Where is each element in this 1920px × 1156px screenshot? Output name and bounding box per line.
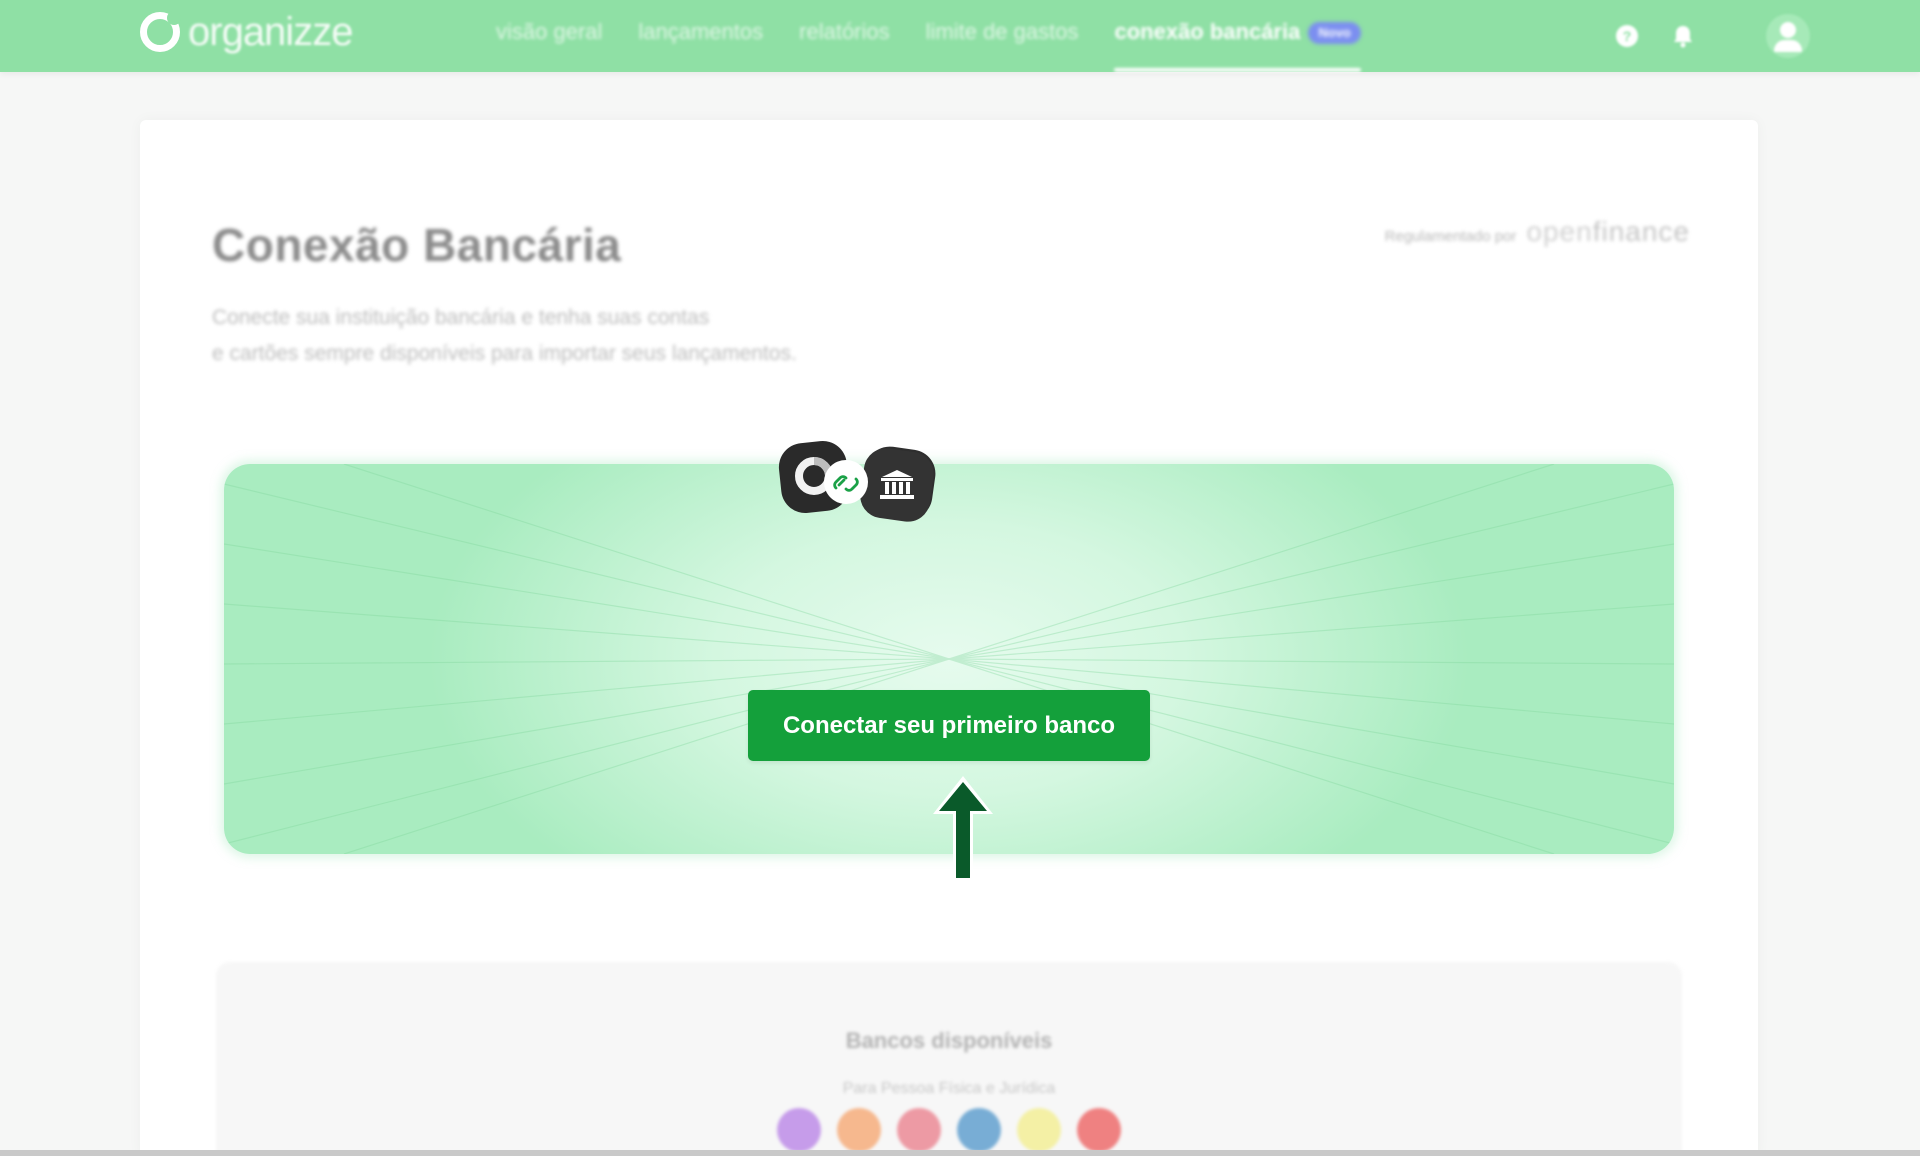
page-description-line-2: e cartões sempre disponíveis para import… [212, 342, 797, 365]
top-navigation-bar: organizze visão geral lançamentos relató… [0, 0, 1920, 72]
logo-wordmark: organizze [188, 9, 353, 54]
logo-mark-icon [140, 11, 181, 52]
available-banks-subtitle: Para Pessoa Física e Jurídica [842, 1080, 1056, 1097]
bank-logo[interactable] [777, 1108, 821, 1152]
nav-item-limite-de-gastos[interactable]: limite de gastos [926, 0, 1079, 72]
help-icon[interactable]: ? [1614, 23, 1640, 49]
nav-item-relatorios[interactable]: relatórios [799, 0, 889, 72]
bell-icon[interactable] [1670, 23, 1696, 49]
main-nav: visão geral lançamentos relatórios limit… [496, 0, 1362, 72]
bank-logo[interactable] [837, 1108, 881, 1152]
available-banks-title: Bancos disponíveis [845, 1028, 1053, 1053]
available-banks-section: Bancos disponíveis Para Pessoa Física e … [216, 962, 1682, 1156]
connect-first-bank-button[interactable]: Conectar seu primeiro banco [748, 690, 1150, 761]
page-description-line-1: Conecte sua instituição bancária e tenha… [212, 306, 710, 329]
window-bottom-edge [0, 1150, 1920, 1156]
bank-logo[interactable] [897, 1108, 941, 1152]
regulated-by-label: Regulamentado por [1384, 228, 1517, 245]
svg-text:?: ? [1623, 28, 1632, 44]
topbar-actions: ? [1614, 14, 1810, 58]
page-description: Conecte sua instituição bancária e tenha… [212, 300, 972, 372]
nav-item-conexao-bancaria[interactable]: conexão bancária Novo [1114, 0, 1362, 72]
organizze-app-icon [860, 448, 934, 522]
bank-logo[interactable] [1017, 1108, 1061, 1152]
user-avatar[interactable] [1766, 14, 1810, 58]
link-icon [824, 460, 868, 504]
nav-item-lancamentos[interactable]: lançamentos [638, 0, 763, 72]
nav-item-visao-geral[interactable]: visão geral [496, 0, 602, 72]
bank-logo[interactable] [1077, 1108, 1121, 1152]
bank-logo[interactable] [957, 1108, 1001, 1152]
open-finance-logo: openfinance [1526, 216, 1690, 247]
page-title: Conexão Bancária [212, 219, 622, 271]
open-finance-regulation: Regulamentado por openfinance [1385, 216, 1690, 248]
bank-logo-list [216, 1108, 1682, 1152]
bank-connection-illustration [778, 441, 936, 522]
arrow-up-icon [933, 776, 993, 882]
organizze-logo[interactable]: organizze [140, 8, 353, 56]
main-content-card: Conexão Bancária Conecte sua instituição… [140, 120, 1758, 1156]
new-badge: Novo [1308, 22, 1361, 45]
